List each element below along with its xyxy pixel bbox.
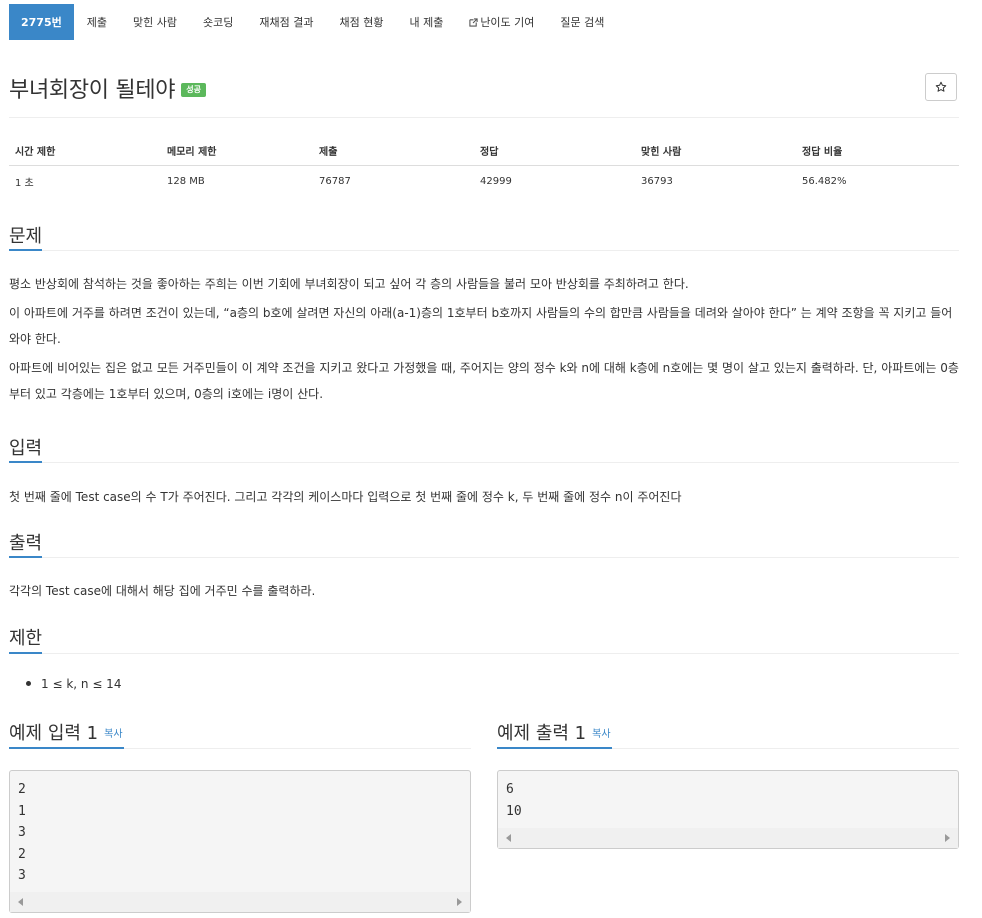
problem-page: 2775번 제출 맞힌 사람 숏코딩 재채점 결과 채점 현황 내 제출 난이도… — [0, 0, 982, 918]
sample-output-line: 6 — [506, 782, 514, 797]
sample-output-heading: 예제 출력 1 복사 — [497, 719, 611, 745]
sample-input-line: 3 — [18, 868, 26, 883]
problem-title: 부녀회장이 될테야 — [9, 78, 176, 103]
tab-rejudge-results[interactable]: 재채점 결과 — [246, 4, 326, 40]
sample-input-box[interactable]: 2 1 3 2 3 — [9, 770, 471, 913]
favorite-button[interactable] — [925, 73, 957, 101]
tab-my-submissions[interactable]: 내 제출 — [396, 4, 456, 40]
section-heading-input: 입력 — [9, 438, 43, 459]
copy-sample-input-button[interactable]: 복사 — [104, 729, 122, 740]
section-accent — [9, 556, 42, 558]
header-solved-users: 맞힌 사람 — [635, 136, 796, 166]
bullet-icon — [26, 681, 31, 686]
tab-difficulty-contribution[interactable]: 난이도 기여 — [456, 4, 547, 40]
sample-input-line: 3 — [18, 825, 26, 840]
section-divider — [9, 557, 959, 558]
tab-question-search[interactable]: 질문 검색 — [547, 4, 617, 40]
tab-short-coding[interactable]: 숏코딩 — [190, 4, 246, 40]
sample-input-lines: 2 1 3 2 3 — [10, 771, 470, 887]
tab-submit[interactable]: 제출 — [74, 4, 120, 40]
tab-difficulty-contribution-label: 난이도 기여 — [480, 16, 535, 29]
sample-input-line: 1 — [18, 803, 26, 819]
title-divider — [9, 117, 959, 118]
sample-output-lines: 6 10 — [498, 771, 958, 822]
section-accent — [9, 461, 42, 463]
list-item: 1 ≤ k, n ≤ 14 — [26, 677, 121, 691]
problem-description: 평소 반상회에 참석하는 것을 좋아하는 주희는 이번 기회에 부녀회장이 되고… — [9, 271, 959, 407]
scroll-right-icon[interactable] — [945, 834, 950, 842]
memory-limit-value: 128 MB — [167, 175, 205, 187]
header-submissions: 제출 — [313, 136, 474, 166]
star-icon — [935, 81, 947, 92]
header-memory-limit: 메모리 제한 — [161, 136, 313, 166]
output-description: 각각의 Test case에 대해서 해당 집에 거주민 수를 출력하라. — [9, 584, 316, 598]
description-paragraph: 아파트에 비어있는 집은 없고 모든 거주민들이 이 계약 조건을 지키고 왔다… — [9, 361, 959, 401]
header-time-limit: 시간 제한 — [9, 136, 161, 166]
section-heading-output: 출력 — [9, 533, 43, 554]
solved-users-value: 36793 — [641, 175, 673, 187]
sample-input-line: 2 — [18, 782, 26, 797]
table-row: 1 초 128 MB 76787 42999 36793 56.482% — [9, 166, 959, 197]
sample-input-line: 2 — [18, 846, 26, 862]
header-accept-ratio: 정답 비율 — [796, 136, 959, 166]
sample-output-line: 10 — [506, 803, 522, 819]
problem-nav: 2775번 제출 맞힌 사람 숏코딩 재채점 결과 채점 현황 내 제출 난이도… — [9, 4, 617, 40]
header-accepted: 정답 — [474, 136, 635, 166]
external-link-icon — [469, 17, 478, 27]
scroll-left-icon[interactable] — [18, 898, 23, 906]
description-paragraph: 이 아파트에 거주를 하려면 조건이 있는데, “a층의 b호에 살려면 자신의… — [9, 306, 953, 346]
section-accent — [9, 652, 42, 654]
table-header-row: 시간 제한 메모리 제한 제출 정답 맞힌 사람 정답 비율 — [9, 136, 959, 166]
submissions-value: 76787 — [319, 175, 351, 187]
description-paragraph: 평소 반상회에 참석하는 것을 좋아하는 주희는 이번 기회에 부녀회장이 되고… — [9, 277, 689, 291]
section-heading-description: 문제 — [9, 226, 43, 247]
time-limit-value: 1 초 — [15, 177, 34, 189]
section-divider — [9, 462, 959, 463]
sample-input-heading: 예제 입력 1 복사 — [9, 719, 123, 745]
problem-info-table: 시간 제한 메모리 제한 제출 정답 맞힌 사람 정답 비율 1 초 128 M… — [9, 136, 959, 196]
accept-ratio-value: 56.482% — [802, 175, 847, 187]
input-description: 첫 번째 줄에 Test case의 수 T가 주어진다. 그리고 각각의 케이… — [9, 490, 682, 504]
tab-problem[interactable]: 2775번 — [9, 4, 74, 40]
section-heading-limit: 제한 — [9, 628, 43, 649]
copy-sample-output-button[interactable]: 복사 — [592, 729, 610, 740]
horizontal-scrollbar[interactable] — [10, 892, 470, 912]
section-accent — [9, 747, 124, 749]
section-accent — [9, 249, 42, 251]
section-divider — [9, 653, 959, 654]
tab-solved-users[interactable]: 맞힌 사람 — [120, 4, 190, 40]
solved-badge: 성공 — [181, 83, 206, 97]
section-divider — [9, 250, 959, 251]
scroll-left-icon[interactable] — [506, 834, 511, 842]
limit-list: 1 ≤ k, n ≤ 14 — [26, 677, 121, 691]
sample-output-box[interactable]: 6 10 — [497, 770, 959, 849]
problem-title-row: 부녀회장이 될테야 성공 — [9, 72, 206, 104]
scroll-right-icon[interactable] — [457, 898, 462, 906]
horizontal-scrollbar[interactable] — [498, 828, 958, 848]
sample-input-title: 예제 입력 1 — [9, 723, 99, 744]
section-accent — [497, 747, 612, 749]
tab-judge-status[interactable]: 채점 현황 — [326, 4, 396, 40]
sample-output-title: 예제 출력 1 — [497, 723, 587, 744]
accepted-value: 42999 — [480, 175, 512, 187]
limit-text: 1 ≤ k, n ≤ 14 — [41, 677, 122, 691]
